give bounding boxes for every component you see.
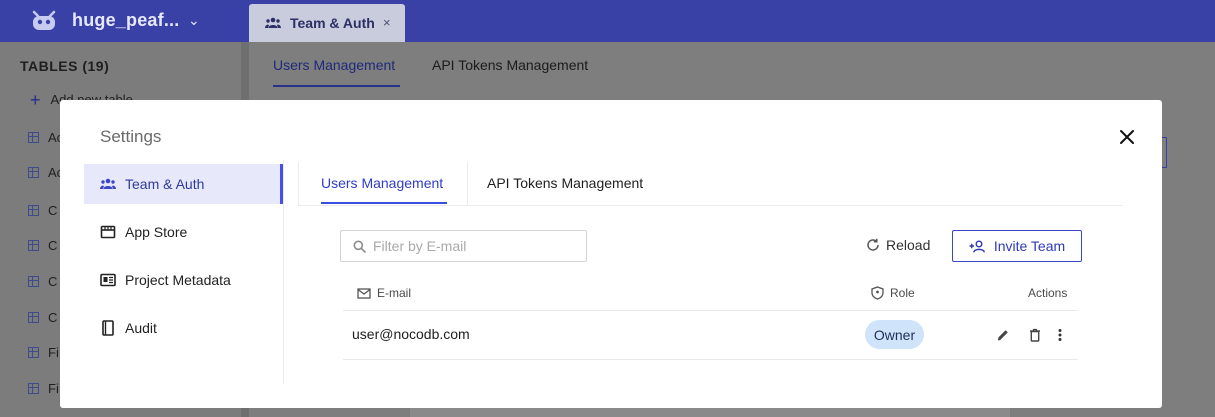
add-user-icon — [969, 240, 986, 253]
modal-title: Settings — [100, 127, 162, 146]
plus-icon: + — [30, 90, 41, 110]
user-email: user@nocodb.com — [352, 326, 470, 342]
active-tab-underline — [273, 85, 400, 87]
bg-invite-button-edge — [1162, 137, 1167, 168]
grid-icon — [28, 383, 39, 394]
column-label: Role — [890, 286, 915, 300]
settings-nav-team-auth[interactable]: Team & Auth — [84, 164, 283, 204]
reload-icon — [866, 238, 880, 252]
metadata-icon — [100, 272, 116, 288]
invite-label: Invite Team — [993, 238, 1066, 254]
role-label: Owner — [873, 326, 916, 343]
column-header-email: E-mail — [357, 286, 411, 300]
audit-icon — [100, 320, 116, 336]
email-filter[interactable] — [340, 230, 587, 262]
sidebar-table-item[interactable]: C — [28, 203, 57, 221]
grid-icon — [28, 312, 39, 323]
settings-nav-audit[interactable]: Audit — [84, 308, 283, 348]
search-icon — [353, 240, 366, 253]
sidebar-table-item[interactable]: Fi — [28, 381, 59, 399]
grid-icon — [28, 347, 39, 358]
role-badge[interactable]: Owner — [865, 320, 924, 349]
grid-icon — [28, 276, 39, 287]
tab-label: Users Management — [321, 175, 444, 191]
active-tab-underline — [321, 202, 447, 204]
delete-icon[interactable] — [1026, 326, 1044, 344]
grid-icon — [28, 167, 39, 178]
edit-icon[interactable] — [994, 326, 1012, 344]
settings-modal: Settings Team & Auth App Store Project M… — [60, 100, 1162, 408]
close-icon[interactable] — [1116, 126, 1138, 148]
sidebar-table-item[interactable]: Fi — [28, 345, 59, 363]
grid-icon — [28, 240, 39, 251]
settings-nav-app-store[interactable]: App Store — [84, 212, 283, 252]
tables-heading: TABLES (19) — [20, 58, 110, 74]
bg-tab-users-management[interactable]: Users Management — [273, 57, 395, 73]
nav-label: Team & Auth — [125, 176, 205, 192]
mail-icon — [357, 287, 371, 299]
nocodb-logo-icon[interactable] — [30, 9, 58, 33]
role-shield-icon — [871, 286, 884, 300]
sidebar-table-item[interactable]: Ac — [28, 130, 63, 148]
bg-tab-api-tokens[interactable]: API Tokens Management — [432, 57, 588, 73]
sidebar-table-item[interactable]: C — [28, 238, 57, 256]
sidebar-table-item[interactable]: Ac — [28, 165, 63, 183]
nav-label: Project Metadata — [125, 272, 231, 288]
tab-users-management[interactable]: Users Management — [298, 162, 468, 206]
column-label: E-mail — [377, 286, 412, 300]
top-bar: huge_peaf... ⌄ Team & Auth × — [0, 0, 1215, 42]
reload-label: Reload — [886, 237, 931, 253]
column-header-actions: Actions — [1028, 286, 1067, 300]
grid-icon — [28, 205, 39, 216]
nav-label: Audit — [125, 320, 157, 336]
reload-button[interactable]: Reload — [866, 237, 930, 253]
close-icon[interactable]: × — [383, 15, 391, 30]
tab-label: Team & Auth — [290, 15, 375, 31]
invite-team-button[interactable]: Invite Team — [952, 230, 1082, 262]
store-icon — [100, 224, 116, 240]
settings-nav-project-metadata[interactable]: Project Metadata — [84, 260, 283, 300]
row-divider — [343, 359, 1078, 360]
tab-label: API Tokens Management — [487, 175, 644, 191]
row-divider — [343, 310, 1078, 311]
chevron-down-icon[interactable]: ⌄ — [188, 12, 200, 29]
sidebar-table-item[interactable]: C — [28, 310, 57, 328]
grid-icon — [28, 132, 39, 143]
more-options-icon[interactable] — [1051, 326, 1069, 344]
tab-api-tokens-management[interactable]: API Tokens Management — [487, 162, 657, 206]
sidebar-table-item[interactable]: C — [28, 274, 57, 292]
email-filter-input[interactable] — [373, 238, 573, 254]
column-header-role: Role — [871, 286, 915, 300]
column-label: Actions — [1028, 286, 1068, 300]
team-icon — [265, 16, 281, 33]
nav-divider — [283, 160, 284, 384]
tab-team-auth[interactable]: Team & Auth × — [249, 4, 405, 42]
team-icon — [100, 176, 116, 192]
project-name[interactable]: huge_peaf... — [72, 10, 179, 31]
nav-label: App Store — [125, 224, 188, 240]
